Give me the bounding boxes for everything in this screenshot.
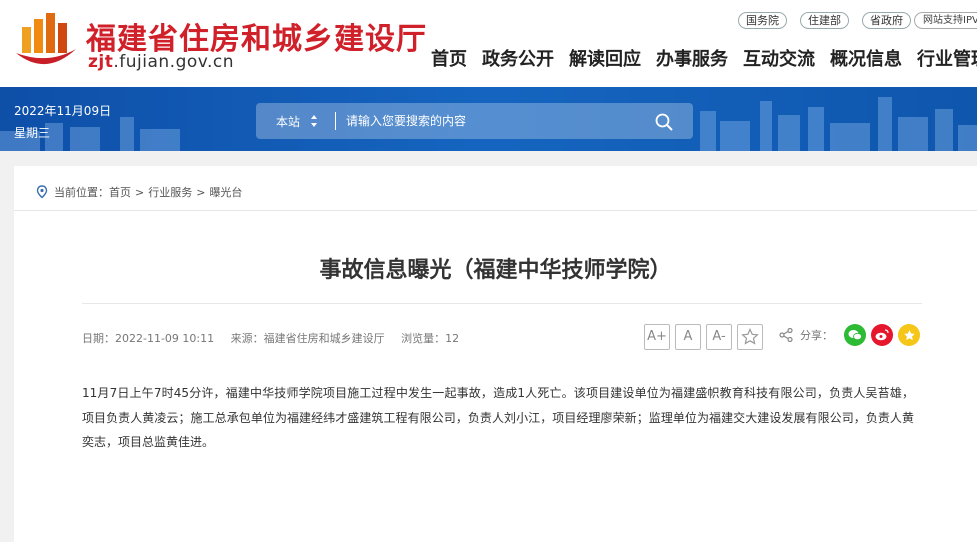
nav-industry[interactable]: 行业管理	[917, 45, 977, 71]
font-normal-button[interactable]: A	[675, 324, 701, 350]
location-icon	[36, 185, 48, 199]
current-weekday: 星期三	[14, 126, 51, 140]
article-date: 日期：2022-11-09 10:11	[82, 332, 215, 345]
top-links: 国务院 住建部 省政府	[738, 12, 911, 29]
nav-services[interactable]: 办事服务	[656, 45, 728, 71]
main-nav: 首页 政务公开 解读回应 办事服务 互动交流 概况信息 行业管理	[431, 45, 977, 71]
article-meta: 日期：2022-11-09 10:11 来源：福建省住房和城乡建设厅 浏览量：1…	[82, 330, 472, 346]
article-title: 事故信息曝光（福建中华技师学院）	[319, 258, 672, 283]
breadcrumb-industry-services[interactable]: 行业服务	[148, 184, 192, 200]
article-body: 11月7日上午7时45分许，福建中华技师学院项目施工过程中发生一起事故，造成1人…	[82, 386, 914, 449]
nav-overview[interactable]: 概况信息	[830, 45, 902, 71]
nav-interpretation[interactable]: 解读回应	[569, 45, 641, 71]
sort-arrows-icon[interactable]	[310, 113, 318, 129]
link-zhujianbu[interactable]: 住建部	[800, 12, 849, 29]
breadcrumb-home[interactable]: 首页	[109, 184, 131, 200]
bookmark-button[interactable]	[737, 324, 763, 350]
nav-home[interactable]: 首页	[431, 45, 467, 71]
share-wechat-button[interactable]	[844, 324, 866, 346]
share-label: 分享：	[800, 329, 833, 342]
font-smaller-button[interactable]: A-	[706, 324, 732, 350]
content-card: 当前位置： 首页 > 行业服务 > 曝光台 事故信息曝光（福建中华技师学院） 日…	[14, 166, 977, 542]
article-views: 浏览量：12	[401, 332, 460, 345]
font-tools: A+ A A-	[644, 324, 763, 350]
font-larger-button[interactable]: A+	[644, 324, 670, 350]
ipv6-badge: 网站支持IPV6	[914, 12, 977, 29]
search-scope-select[interactable]: 本站	[276, 113, 300, 130]
link-guowuyuan[interactable]: 国务院	[738, 12, 787, 29]
breadcrumb-separator: >	[196, 185, 206, 199]
wechat-icon	[848, 330, 862, 341]
search-divider	[335, 112, 336, 130]
search-icon[interactable]	[654, 112, 674, 132]
share-weibo-button[interactable]	[871, 324, 893, 346]
breadcrumb: 当前位置： 首页 > 行业服务 > 曝光台	[36, 184, 242, 200]
site-domain: zjt.fujian.gov.cn	[88, 52, 235, 72]
nav-interaction[interactable]: 互动交流	[743, 45, 815, 71]
share-favorite-button[interactable]	[898, 324, 920, 346]
nav-government-affairs[interactable]: 政务公开	[482, 45, 554, 71]
breadcrumb-divider	[14, 210, 977, 211]
search-bar: 本站	[256, 103, 693, 139]
site-header: 福建省住房和城乡建设厅 zjt.fujian.gov.cn 国务院 住建部 省政…	[0, 0, 977, 87]
logo-icon[interactable]	[14, 13, 78, 71]
search-input[interactable]	[346, 111, 646, 131]
star-icon	[741, 328, 759, 345]
title-divider	[82, 303, 922, 304]
favorite-icon	[903, 329, 915, 340]
breadcrumb-prefix: 当前位置：	[54, 186, 109, 199]
share-bar: 分享：	[779, 324, 920, 346]
breadcrumb-separator: >	[135, 185, 145, 199]
weibo-icon	[875, 329, 889, 341]
banner: 2022年11月09日 星期三 本站	[0, 87, 977, 151]
breadcrumb-exposure[interactable]: 曝光台	[209, 184, 242, 200]
link-shengzhengfu[interactable]: 省政府	[862, 12, 911, 29]
current-date: 2022年11月09日	[14, 104, 112, 118]
article-source: 来源：福建省住房和城乡建设厅	[230, 332, 385, 345]
share-icon	[779, 328, 793, 342]
